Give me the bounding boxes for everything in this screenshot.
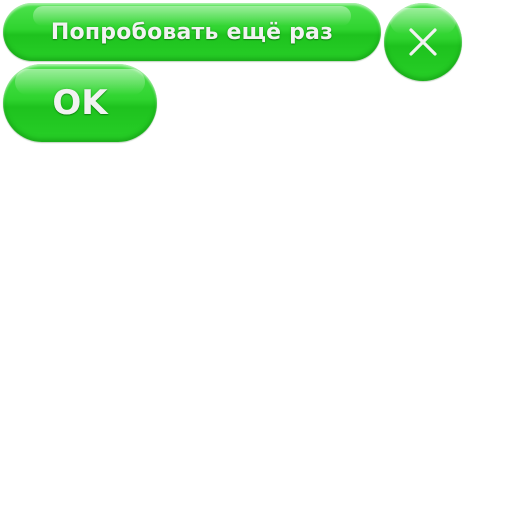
retry-button[interactable]: Попробовать ещё раз	[3, 3, 381, 61]
ok-button[interactable]: OK	[3, 64, 157, 142]
retry-button-label: Попробовать ещё раз	[50, 19, 334, 45]
close-icon	[409, 28, 437, 56]
canvas: Попробовать ещё раз OK	[0, 0, 512, 512]
ok-button-label: OK	[52, 83, 108, 123]
close-button[interactable]	[384, 3, 462, 81]
